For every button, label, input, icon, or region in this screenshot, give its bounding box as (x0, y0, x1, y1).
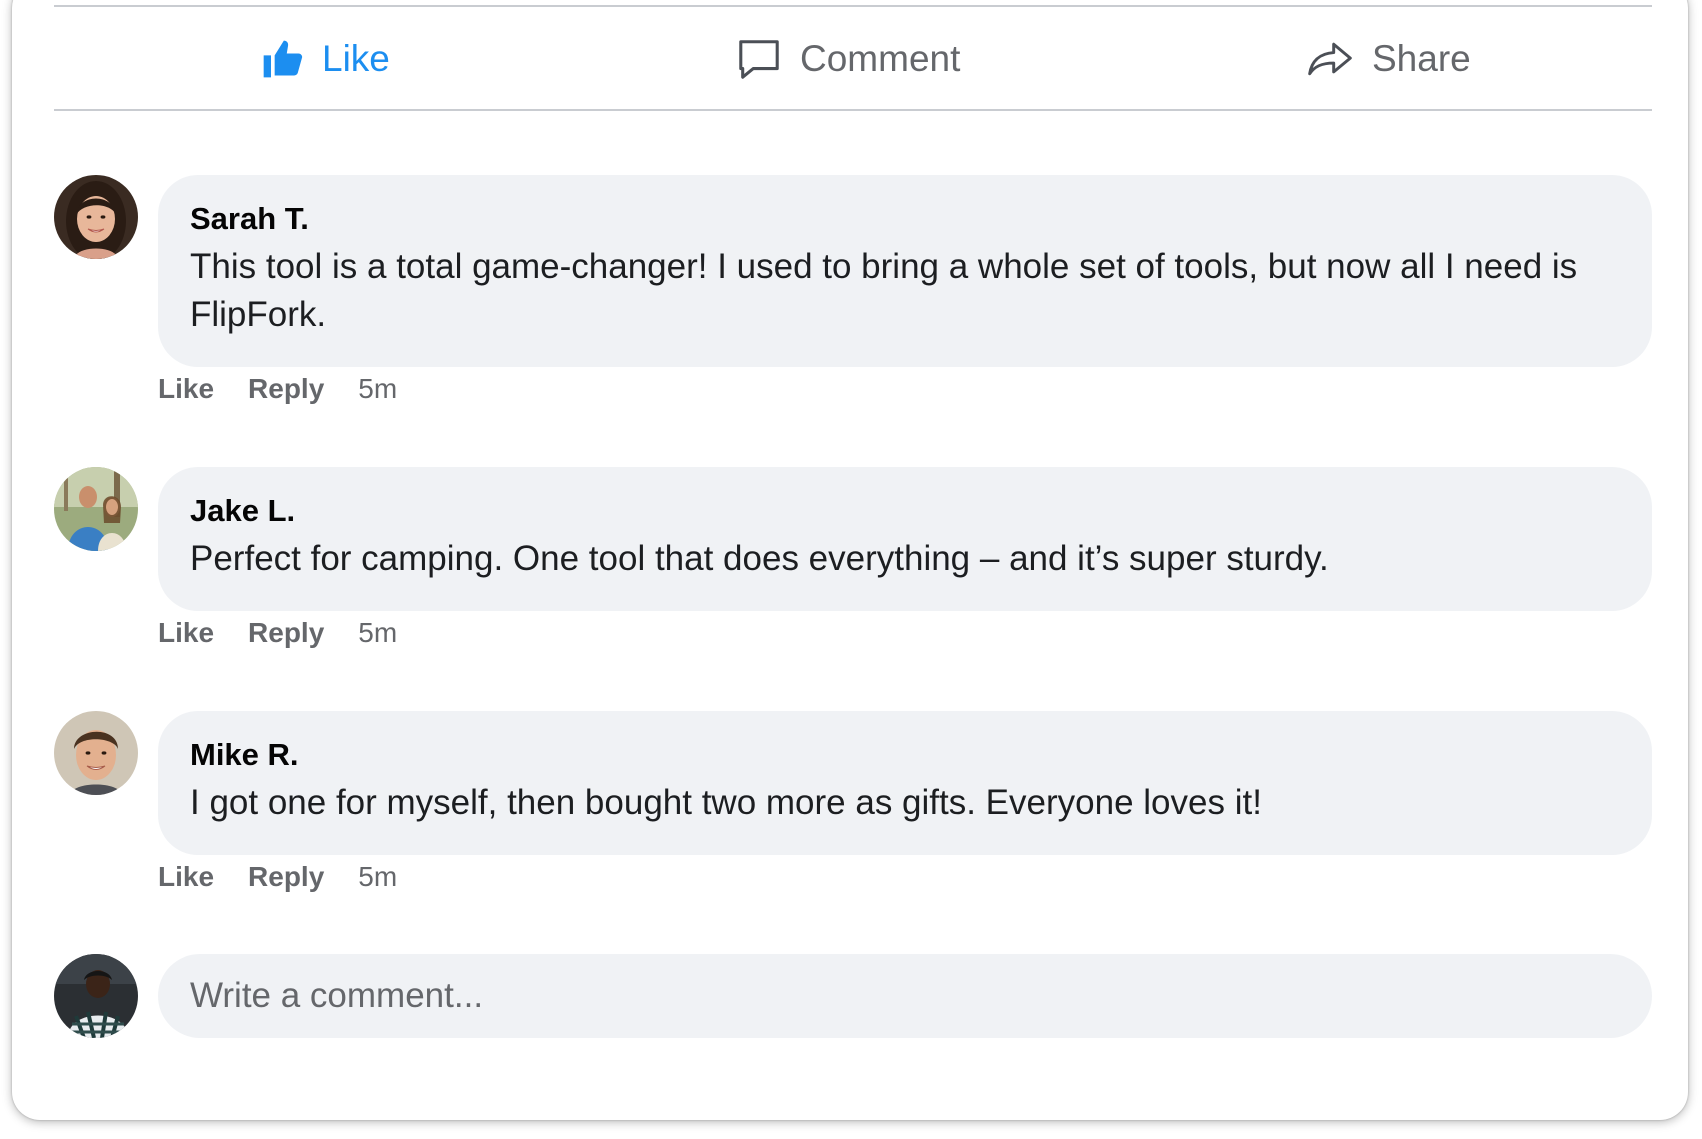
comment-timestamp[interactable]: 5m (358, 373, 397, 405)
comment-meta: Like Reply 5m (158, 617, 397, 649)
comment-author[interactable]: Jake L. (190, 491, 1620, 531)
comment-meta: Like Reply 5m (158, 861, 397, 893)
man-portrait-icon (54, 711, 138, 795)
comment-like-button[interactable]: Like (158, 861, 214, 893)
comment-text: This tool is a total game-changer! I use… (190, 247, 1578, 334)
couple-photo-icon (54, 467, 138, 551)
comment-text: Perfect for camping. One tool that does … (190, 539, 1329, 578)
comment-bubble: Sarah T. This tool is a total game-chang… (158, 175, 1652, 367)
comment-composer (54, 954, 1652, 1038)
comment-reply-button[interactable]: Reply (248, 617, 324, 649)
comment-reply-button[interactable]: Reply (248, 861, 324, 893)
top-divider (54, 5, 1652, 7)
thumbs-up-icon (263, 40, 303, 78)
comment-reply-button[interactable]: Reply (248, 373, 324, 405)
comment-action-label: Comment (800, 38, 961, 79)
actions-divider (54, 109, 1652, 111)
comment-like-button[interactable]: Like (158, 617, 214, 649)
user-photo-icon (54, 954, 138, 1038)
comment-icon (739, 40, 779, 79)
current-user-avatar[interactable] (54, 954, 138, 1038)
avatar[interactable] (54, 711, 138, 795)
share-action-label: Share (1372, 38, 1471, 79)
avatar[interactable] (54, 467, 138, 551)
comment-author[interactable]: Mike R. (190, 735, 1620, 775)
comment-text: I got one for myself, then bought two mo… (190, 783, 1262, 822)
post-actions-bar: Like Comment Share (54, 9, 1652, 109)
share-arrow-icon (1308, 42, 1352, 76)
comment-timestamp[interactable]: 5m (358, 861, 397, 893)
share-action-button[interactable]: Share (1306, 9, 1471, 109)
comment-action-button[interactable]: Comment (736, 9, 960, 109)
comment-timestamp[interactable]: 5m (358, 617, 397, 649)
comment-like-button[interactable]: Like (158, 373, 214, 405)
woman-portrait-icon (54, 175, 138, 259)
like-action-button[interactable]: Like (260, 9, 390, 109)
comment-author[interactable]: Sarah T. (190, 199, 1620, 239)
write-comment-input[interactable] (158, 954, 1652, 1038)
like-action-label: Like (322, 38, 390, 79)
comment-meta: Like Reply 5m (158, 373, 397, 405)
comment-bubble: Jake L. Perfect for camping. One tool th… (158, 467, 1652, 611)
avatar[interactable] (54, 175, 138, 259)
comment-bubble: Mike R. I got one for myself, then bough… (158, 711, 1652, 855)
